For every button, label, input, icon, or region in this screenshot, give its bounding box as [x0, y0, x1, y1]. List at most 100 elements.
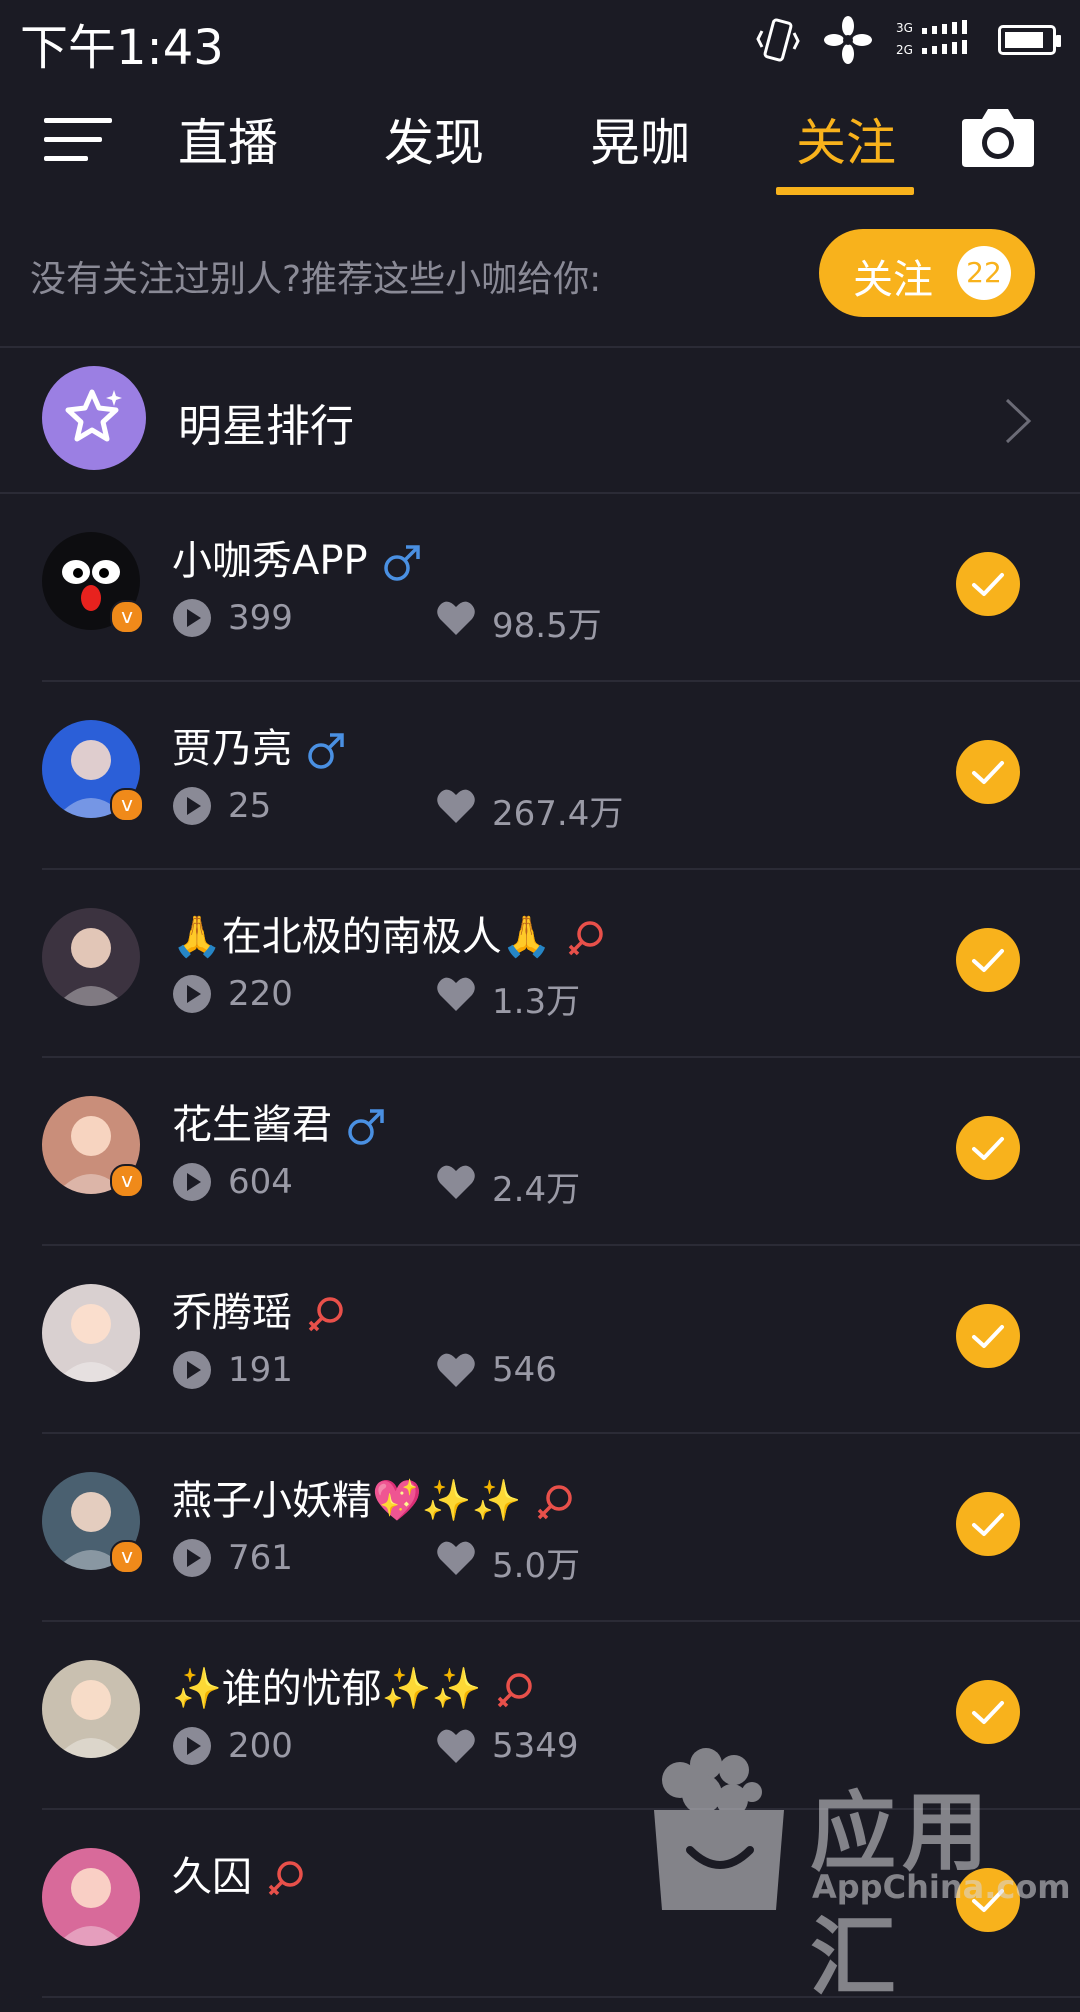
tab-live[interactable]: 直播: [178, 103, 278, 175]
user-row[interactable]: v 小咖秀APP 399 98.5万: [0, 494, 1080, 682]
user-name: 花生酱君: [172, 1102, 332, 1148]
follow-all-button[interactable]: 关注 22: [819, 229, 1035, 317]
checkmark-icon: [972, 573, 1004, 596]
user-name-line: 久囚: [172, 1844, 306, 1902]
star-ranking-entry[interactable]: 明星排行: [0, 348, 1080, 494]
play-count-icon: [173, 787, 211, 825]
female-icon: [308, 1297, 343, 1332]
like-count: 546: [492, 1350, 557, 1390]
play-count: 25: [228, 786, 272, 826]
heart-icon: [437, 1165, 475, 1199]
follow-all-label: 关注: [853, 257, 933, 303]
star-ranking-label: 明星排行: [178, 401, 354, 452]
camera-icon[interactable]: [960, 105, 1036, 169]
avatar[interactable]: [42, 1660, 140, 1758]
follow-checkbox[interactable]: [956, 928, 1020, 992]
like-count: 1.3万: [492, 982, 581, 1022]
heart-icon: [437, 789, 475, 823]
play-count: 220: [228, 974, 293, 1014]
user-row[interactable]: 🙏在北极的南极人🙏 220 1.3万: [0, 870, 1080, 1058]
follow-count-badge: 22: [957, 246, 1011, 300]
menu-icon[interactable]: [44, 118, 112, 162]
play-count-icon: [173, 1163, 211, 1201]
play-count-icon: [173, 1539, 211, 1577]
battery-icon: [998, 25, 1061, 55]
play-count: 604: [228, 1162, 293, 1202]
like-count: 5349: [492, 1726, 579, 1766]
checkmark-icon: [972, 1701, 1004, 1724]
user-name: 🙏在北极的南极人🙏: [172, 914, 552, 960]
recommend-bar: 没有关注过别人?推荐这些小咖给你: 关注 22: [0, 200, 1080, 348]
female-icon: [268, 1861, 303, 1896]
follow-checkbox[interactable]: [956, 1116, 1020, 1180]
user-name: 燕子小妖精💖✨✨: [172, 1478, 522, 1524]
shopping-bag-logo-icon: [654, 1748, 784, 1910]
vibrate-icon: [756, 18, 800, 62]
checkmark-icon: [972, 1137, 1004, 1160]
status-bar: 下午1:43 3G 2G: [0, 0, 1080, 76]
user-name-line: 小咖秀APP: [172, 528, 422, 586]
follow-checkbox[interactable]: [956, 1680, 1020, 1744]
user-row[interactable]: v 贾乃亮 25 267.4万: [0, 682, 1080, 870]
heart-icon: [437, 601, 475, 635]
user-name: 久囚: [172, 1854, 252, 1900]
svg-text:2G: 2G: [896, 43, 913, 57]
heart-icon: [437, 1353, 475, 1387]
avatar[interactable]: [42, 1284, 140, 1382]
user-row[interactable]: 乔腾瑶 191 546: [0, 1246, 1080, 1434]
play-count-icon: [173, 599, 211, 637]
user-name: 小咖秀APP: [172, 538, 368, 584]
active-tab-indicator: [776, 187, 914, 195]
avatar[interactable]: [42, 908, 140, 1006]
play-count: 399: [228, 598, 293, 638]
verified-badge-icon: v: [110, 600, 144, 634]
checkmark-icon: [972, 949, 1004, 972]
status-icons: 3G 2G: [756, 16, 1061, 64]
play-count: 191: [228, 1350, 293, 1390]
checkmark-icon: [972, 1513, 1004, 1536]
male-icon: [383, 545, 420, 581]
avatar[interactable]: [42, 1848, 140, 1946]
chevron-right-icon: [1005, 398, 1032, 444]
like-count: 5.0万: [492, 1546, 581, 1586]
follow-checkbox[interactable]: [956, 740, 1020, 804]
male-icon: [348, 1109, 384, 1145]
play-count-icon: [173, 1351, 211, 1389]
like-count: 98.5万: [492, 606, 602, 646]
top-nav: 直播 发现 晃咖 关注: [0, 75, 1080, 200]
follow-checkbox[interactable]: [956, 1492, 1020, 1556]
user-name-line: 贾乃亮: [172, 716, 346, 774]
user-row[interactable]: v 燕子小妖精💖✨✨ 761 5.0万: [0, 1434, 1080, 1622]
app-notification-icon: [824, 16, 872, 64]
star-icon: [42, 366, 146, 470]
tab-discover[interactable]: 发现: [384, 103, 484, 175]
status-time: 下午1:43: [20, 20, 224, 76]
user-name-line: 花生酱君: [172, 1092, 386, 1150]
user-name-line: 🙏在北极的南极人🙏: [172, 904, 606, 962]
follow-checkbox[interactable]: [956, 552, 1020, 616]
user-name: 贾乃亮: [172, 726, 292, 772]
like-count: 2.4万: [492, 1170, 581, 1210]
heart-icon: [437, 1729, 475, 1763]
verified-badge-icon: v: [110, 1164, 144, 1198]
tab-huangka[interactable]: 晃咖: [590, 103, 690, 175]
like-count: 267.4万: [492, 794, 624, 834]
watermark-subtitle: AppChina.com: [812, 1868, 1071, 1906]
play-count-icon: [173, 975, 211, 1013]
user-row[interactable]: v 花生酱君 604 2.4万: [0, 1058, 1080, 1246]
female-icon: [498, 1673, 533, 1708]
user-name: ✨谁的忧郁✨✨: [172, 1666, 482, 1712]
play-count: 200: [228, 1726, 293, 1766]
heart-icon: [437, 1541, 475, 1575]
male-icon: [308, 733, 344, 769]
user-name-line: ✨谁的忧郁✨✨: [172, 1656, 535, 1714]
play-count: 761: [228, 1538, 293, 1578]
verified-badge-icon: v: [110, 1540, 144, 1574]
tab-follow[interactable]: 关注: [796, 103, 896, 175]
heart-icon: [437, 977, 475, 1011]
recommend-text: 没有关注过别人?推荐这些小咖给你:: [30, 259, 602, 300]
user-name: 乔腾瑶: [172, 1290, 292, 1336]
play-count-icon: [173, 1727, 211, 1765]
follow-checkbox[interactable]: [956, 1304, 1020, 1368]
user-name-line: 燕子小妖精💖✨✨: [172, 1468, 575, 1526]
